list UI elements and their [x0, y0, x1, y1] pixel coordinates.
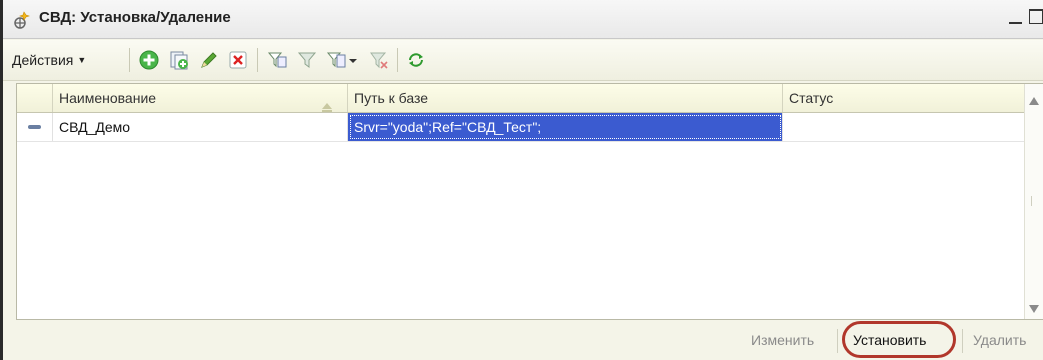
button-separator [962, 329, 963, 353]
column-header-label: Статус [789, 90, 834, 106]
cell-path[interactable]: Srvr="yoda";Ref="СВД_Тест"; [348, 113, 783, 141]
vertical-scrollbar[interactable] [1024, 84, 1043, 319]
install-button[interactable]: Установить [853, 321, 926, 360]
table-row[interactable]: СВД_Демо Srvr="yoda";Ref="СВД_Тест"; [17, 113, 1024, 142]
toolbar-separator [129, 48, 130, 72]
chevron-down-icon[interactable] [347, 49, 359, 71]
table-header: Наименование Путь к базе Статус [17, 84, 1024, 113]
refresh-icon[interactable] [405, 49, 427, 71]
maximize-icon[interactable] [1027, 6, 1043, 26]
copy-icon[interactable] [168, 49, 190, 71]
minimize-icon[interactable] [1006, 6, 1026, 26]
bases-table: Наименование Путь к базе Статус СВД_Демо… [16, 83, 1043, 320]
filter-clear-icon[interactable] [368, 49, 390, 71]
button-separator [837, 329, 838, 353]
title-bar: СВД: Установка/Удаление [3, 0, 1043, 39]
toolbar-separator [397, 48, 398, 72]
add-icon[interactable] [138, 49, 160, 71]
bottom-button-bar: Изменить Установить Удалить [16, 321, 1043, 360]
scroll-thumb[interactable] [1031, 196, 1038, 206]
filter-history-icon[interactable] [325, 49, 347, 71]
edit-icon[interactable] [198, 49, 220, 71]
column-header-label: Путь к базе [354, 90, 429, 106]
row-marker-header [17, 84, 53, 112]
toolbar-separator [257, 48, 258, 72]
column-header-label: Наименование [59, 90, 157, 106]
row-marker [17, 113, 53, 141]
window-title: СВД: Установка/Удаление [39, 9, 231, 26]
delete-icon[interactable] [227, 49, 249, 71]
column-header-path[interactable]: Путь к базе [348, 84, 783, 112]
form-icon [11, 9, 33, 31]
row-state-icon [28, 125, 41, 129]
window: СВД: Установка/Удаление Действия ▼ Наиме… [0, 0, 1043, 360]
edit-button[interactable]: Изменить [751, 321, 814, 360]
actions-menu-label: Действия [12, 52, 74, 68]
chevron-down-icon: ▼ [77, 55, 87, 65]
toolbar: Действия ▼ [3, 40, 1043, 81]
filter-set-icon[interactable] [266, 49, 288, 71]
scroll-down-icon[interactable] [1029, 300, 1039, 316]
cell-status[interactable] [783, 113, 1024, 141]
cell-name[interactable]: СВД_Демо [53, 113, 348, 141]
filter-by-value-icon[interactable] [296, 49, 318, 71]
actions-menu-button[interactable]: Действия ▼ [9, 47, 89, 73]
column-header-name[interactable]: Наименование [53, 84, 348, 112]
scroll-up-icon[interactable] [1029, 92, 1039, 108]
sort-ascending-icon [321, 93, 333, 112]
remove-button[interactable]: Удалить [973, 321, 1026, 360]
column-header-status[interactable]: Статус [783, 84, 1024, 112]
